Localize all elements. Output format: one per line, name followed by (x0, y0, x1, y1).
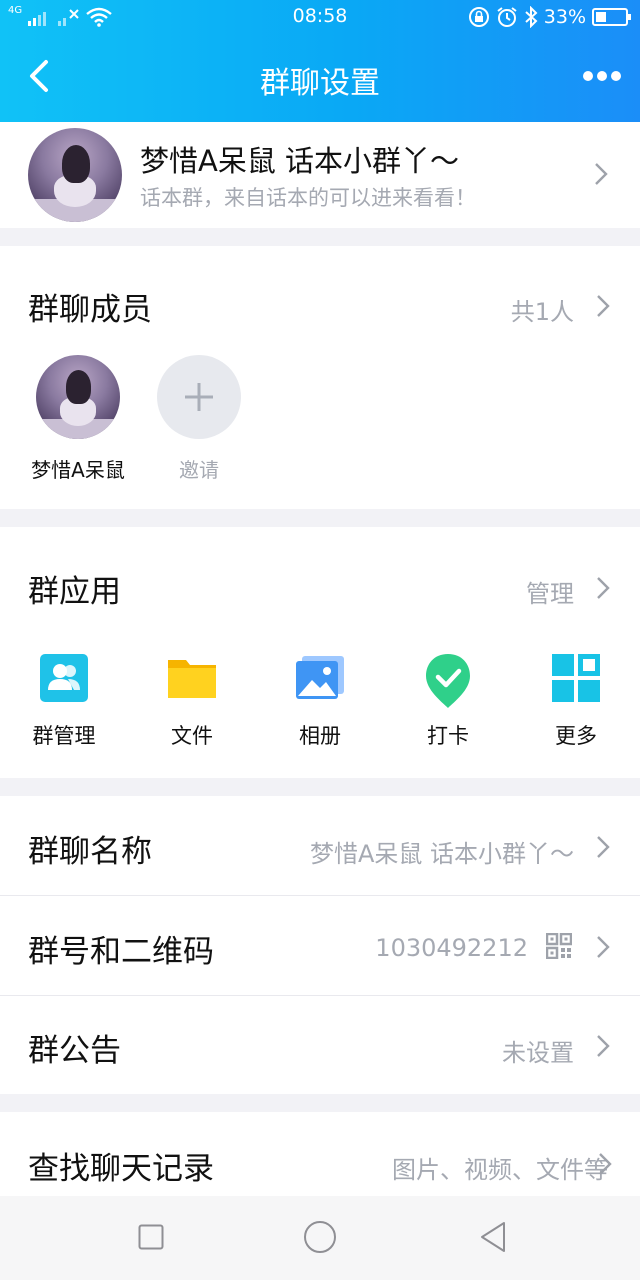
app-label: 相册 (299, 724, 341, 748)
app-more[interactable]: 更多 (512, 652, 640, 750)
announcement-value: 未设置 (502, 1039, 574, 1067)
group-description: 话本群，来自话本的可以进来看看！ (140, 186, 476, 210)
app-label: 更多 (555, 724, 597, 748)
group-number-value: 1030492212 (375, 934, 528, 962)
status-bar: 4G 08:58 33% (0, 0, 640, 34)
group-avatar (28, 128, 122, 222)
app-group-manage[interactable]: 群管理 (0, 652, 128, 750)
apps-title: 群应用 (28, 574, 121, 610)
chevron-right-icon (595, 163, 608, 185)
more-grid-icon (550, 652, 602, 704)
more-icon[interactable] (582, 66, 622, 86)
app-album[interactable]: 相册 (256, 652, 384, 750)
apps-manage-link[interactable]: 管理 (526, 574, 574, 609)
group-name-value: 梦惜A呆鼠 话本小群丫～ (309, 840, 574, 868)
page-title: 群聊设置 (260, 66, 380, 101)
members-title: 群聊成员 (28, 292, 152, 328)
announcement-label: 群公告 (28, 1033, 121, 1069)
battery-percent: 33% (543, 6, 586, 28)
chevron-right-icon (597, 1035, 610, 1057)
app-label: 文件 (171, 724, 213, 748)
group-name-label: 群聊名称 (28, 834, 152, 870)
app-label: 打卡 (427, 724, 469, 748)
plus-icon (185, 383, 213, 411)
member-name: 梦惜A呆鼠 (31, 458, 125, 482)
app-files[interactable]: 文件 (128, 652, 256, 750)
battery-icon (592, 8, 631, 26)
chevron-right-icon (597, 295, 610, 317)
checkin-icon (422, 652, 474, 708)
member-avatar[interactable] (36, 355, 120, 439)
alarm-icon (497, 7, 517, 27)
group-number-label: 群号和二维码 (28, 934, 214, 970)
search-history-label: 查找聊天记录 (28, 1151, 214, 1187)
status-right: 33% (468, 5, 632, 29)
app-checkin[interactable]: 打卡 (384, 652, 512, 750)
back-nav-icon[interactable] (478, 1220, 508, 1254)
bluetooth-icon (525, 6, 538, 28)
invite-button[interactable] (157, 355, 241, 439)
invite-label: 邀请 (179, 458, 219, 482)
rotation-lock-icon (468, 7, 489, 27)
system-nav-bar (0, 1196, 640, 1280)
album-icon (294, 652, 346, 704)
app-label: 群管理 (32, 724, 96, 748)
qr-code-icon[interactable] (546, 933, 572, 959)
group-name: 梦惜A呆鼠 话本小群丫～ (140, 144, 460, 178)
group-manage-icon (38, 652, 90, 704)
chevron-right-icon (597, 936, 610, 958)
nav-bar: 群聊设置 (0, 34, 640, 122)
header: 4G 08:58 33% 群聊设置 (0, 0, 640, 122)
chevron-right-icon (597, 577, 610, 599)
recent-apps-icon[interactable] (138, 1224, 164, 1250)
member-count[interactable]: 共1人 (511, 292, 574, 327)
chevron-right-icon (599, 1153, 612, 1175)
search-history-value: 图片、视频、文件等 (392, 1156, 608, 1184)
chevron-right-icon (597, 836, 610, 858)
folder-icon (166, 652, 218, 704)
home-icon[interactable] (303, 1220, 337, 1254)
